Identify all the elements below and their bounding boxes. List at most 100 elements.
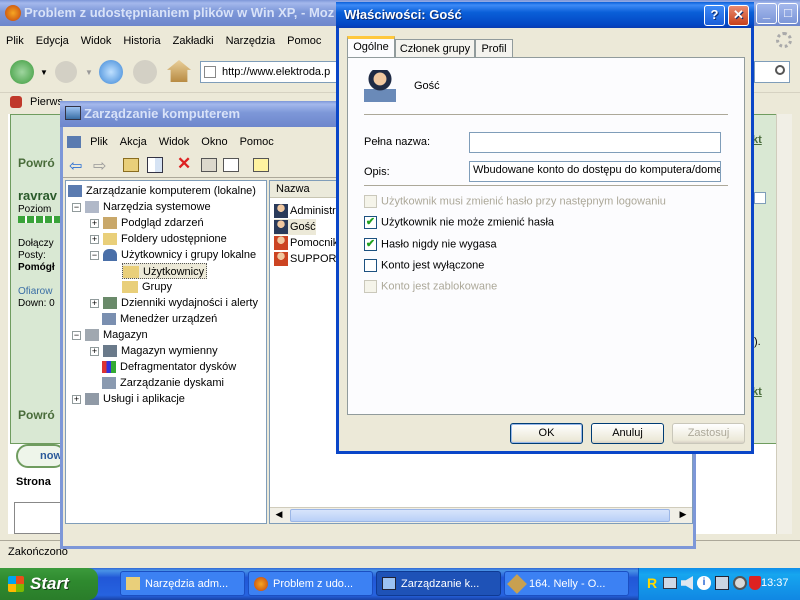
tree-item-perf-logs[interactable]: + Dzienniki wydajności i alerty [90, 295, 258, 311]
expand-icon[interactable]: + [90, 346, 99, 356]
ff-menu-zakladki[interactable]: Zakładki [167, 30, 220, 52]
tree-item-storage[interactable]: − Magazyn [72, 327, 148, 343]
scroll-thumb[interactable] [290, 509, 670, 522]
tree-item-root[interactable]: Zarządzanie komputerem (lokalne) [68, 183, 256, 199]
tree-item-device-manager[interactable]: Menedżer urządzeń [102, 311, 217, 327]
info-icon[interactable]: i [697, 576, 711, 590]
usb-icon[interactable] [715, 576, 729, 590]
cm-system-menu-icon[interactable] [67, 136, 81, 149]
post-checkbox[interactable] [754, 192, 766, 204]
home-icon[interactable] [167, 60, 191, 82]
expand-icon[interactable]: + [90, 298, 99, 308]
back-dropdown-icon[interactable]: ▼ [40, 68, 48, 77]
collapse-icon[interactable]: − [90, 250, 99, 260]
full-name-input[interactable] [469, 132, 721, 153]
network-icon[interactable] [663, 577, 677, 589]
tree-item-defragmenter[interactable]: Defragmentator dysków [102, 359, 236, 375]
page-scrollbar[interactable] [776, 114, 792, 534]
cm-menu-plik[interactable]: Plik [84, 131, 114, 153]
ff-menu-pomoc[interactable]: Pomoc [281, 30, 327, 52]
forward-icon[interactable] [55, 61, 77, 83]
cm-menu-akcja[interactable]: Akcja [114, 131, 153, 153]
tray-app-icon[interactable]: R [647, 575, 657, 591]
clock[interactable]: 13:37 [761, 577, 789, 589]
forward-arrow-icon[interactable]: ⇨ [93, 156, 106, 176]
user-row-admin[interactable]: Administra [274, 203, 342, 219]
tree-item-event-viewer[interactable]: + Podgląd zdarzeń [90, 215, 204, 231]
user-row-guest[interactable]: Gość [274, 219, 316, 235]
tab-profile[interactable]: Profil [475, 39, 513, 58]
back-to-top-link-2[interactable]: Powró [18, 408, 55, 422]
cannot-change-password-checkbox[interactable]: ✔ Użytkownik nie może zmienić hasła [364, 216, 554, 230]
properties-icon[interactable] [201, 158, 217, 172]
task-firefox[interactable]: Problem z udo... [248, 571, 373, 596]
account-disabled-checkbox[interactable]: Konto jest wyłączone [364, 259, 484, 273]
ff-menu-edycja[interactable]: Edycja [30, 30, 75, 52]
ok-button[interactable]: OK [510, 423, 583, 444]
cm-menu-widok[interactable]: Widok [153, 131, 196, 153]
url-bar[interactable]: http://www.elektroda.p [200, 61, 340, 83]
password-never-expires-checkbox[interactable]: ✔ Hasło nigdy nie wygasa [364, 238, 497, 252]
expand-icon[interactable]: + [90, 218, 99, 228]
cm-menu-okno[interactable]: Okno [195, 131, 233, 153]
task-media-player[interactable]: 164. Nelly - O... [504, 571, 629, 596]
security-shield-icon[interactable] [749, 576, 761, 590]
search-box[interactable] [754, 61, 790, 83]
expand-icon[interactable]: + [72, 394, 81, 404]
quick-reply-box[interactable] [14, 502, 64, 534]
up-folder-icon[interactable] [123, 158, 139, 172]
help-button-icon[interactable]: ? [704, 5, 725, 26]
dialog-title-bar[interactable]: Właściwości: Gość ? ✕ [336, 2, 754, 28]
tab-member-of[interactable]: Członek grupy [395, 39, 475, 58]
maximize-icon[interactable]: □ [778, 3, 798, 24]
apply-button[interactable]: Zastosuj [672, 423, 745, 444]
account-locked-checkbox[interactable]: Konto jest zablokowane [364, 280, 497, 294]
ff-menu-historia[interactable]: Historia [117, 30, 166, 52]
forward-dropdown-icon[interactable]: ▼ [85, 68, 93, 77]
stop-icon[interactable] [133, 60, 157, 84]
cancel-button[interactable]: Anuluj [591, 423, 664, 444]
tree-item-users[interactable]: Użytkownicy [122, 263, 208, 279]
user-icon [274, 204, 288, 219]
collapse-icon[interactable]: − [72, 202, 81, 212]
task-computer-management[interactable]: Zarządzanie k... [376, 571, 501, 596]
cm-menu-pomoc[interactable]: Pomoc [234, 131, 280, 153]
reload-icon[interactable] [99, 60, 123, 84]
collapse-icon[interactable]: − [72, 330, 81, 340]
clock-app-icon[interactable] [733, 576, 747, 590]
scroll-left-icon[interactable]: ◀ [272, 509, 286, 522]
show-tree-icon[interactable] [147, 157, 163, 173]
volume-icon[interactable] [681, 576, 693, 590]
list-hscrollbar[interactable]: ◀ ▶ [270, 507, 692, 523]
search-icon[interactable] [775, 65, 785, 75]
back-icon[interactable] [10, 60, 34, 84]
ff-menu-plik[interactable]: Plik [0, 30, 30, 52]
new-topic-button[interactable]: now [16, 444, 66, 468]
back-to-top-link[interactable]: Powró [18, 156, 55, 170]
user-row-helper[interactable]: Pomocnik [274, 235, 338, 251]
back-arrow-icon[interactable]: ⇦ [69, 156, 82, 176]
description-input[interactable]: Wbudowane konto do dostępu do komputera/… [469, 161, 721, 182]
close-icon[interactable]: ✕ [728, 5, 749, 26]
tree-item-disk-management[interactable]: Zarządzanie dyskami [102, 375, 224, 391]
must-change-password-checkbox[interactable]: Użytkownik musi zmienić hasło przy nastę… [364, 195, 666, 209]
ff-menu-widok[interactable]: Widok [75, 30, 118, 52]
tab-general[interactable]: Ogólne [347, 36, 395, 58]
minimize-icon[interactable]: _ [756, 3, 777, 24]
export-list-icon[interactable] [223, 158, 239, 172]
expand-icon[interactable]: + [90, 234, 99, 244]
tree-item-services-apps[interactable]: + Usługi i aplikacje [72, 391, 185, 407]
tree-item-groups[interactable]: Grupy [122, 279, 172, 295]
tree-item-local-users-groups[interactable]: − Użytkownicy i grupy lokalne [90, 247, 256, 263]
tree-item-shared-folders[interactable]: + Foldery udostępnione [90, 231, 227, 247]
help-icon[interactable] [253, 158, 269, 172]
bookmark-item[interactable]: Pierws [30, 96, 63, 108]
task-admin-tools[interactable]: Narzędzia adm... [120, 571, 245, 596]
ff-menu-narzedzia[interactable]: Narzędzia [220, 30, 282, 52]
tree-item-system-tools[interactable]: − Narzędzia systemowe [72, 199, 211, 215]
start-button[interactable]: Start [0, 568, 98, 600]
tree-item-removable-storage[interactable]: + Magazyn wymienny [90, 343, 218, 359]
delete-icon[interactable]: ✕ [177, 154, 191, 174]
post-author[interactable]: ravrav [18, 188, 57, 203]
scroll-right-icon[interactable]: ▶ [676, 509, 690, 522]
